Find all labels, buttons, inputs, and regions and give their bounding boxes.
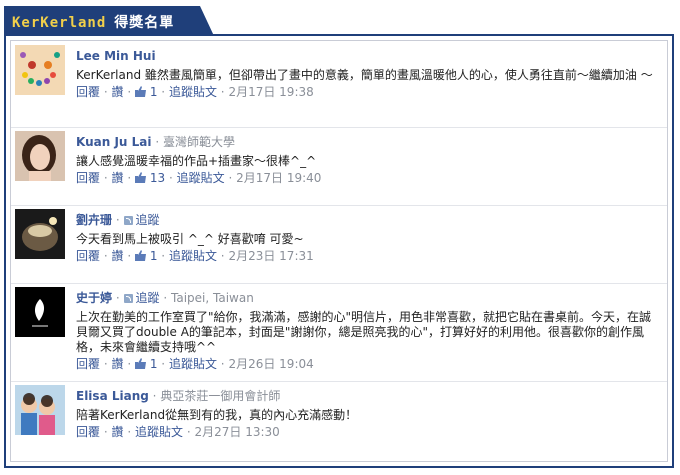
avatar[interactable] xyxy=(15,131,65,181)
like-link[interactable]: 讚 xyxy=(112,357,124,371)
panel-header-tab: KerKerland 得獎名單 xyxy=(4,6,214,36)
comment-body: Lee Min Hui KerKerland 雖然畫風簡單，但卻帶出了畫中的意義… xyxy=(76,49,661,100)
commenter-affiliation[interactable]: 典亞茶莊一御用會計師 xyxy=(160,389,280,403)
commenter-location[interactable]: Taipei, Taiwan xyxy=(171,291,254,305)
comment-item: Kuan Ju Lai · 臺灣師範大學 讓人感覺溫暖幸福的作品+插畫家～很棒^… xyxy=(11,127,667,206)
comment-item: 史于婷 · 追蹤 · Taipei, Taiwan 上次在勤美的工作室買了"給你… xyxy=(11,283,667,382)
reply-link[interactable]: 回覆 xyxy=(76,249,100,263)
reply-link[interactable]: 回覆 xyxy=(76,425,100,439)
commenter-name[interactable]: Lee Min Hui xyxy=(76,49,156,63)
follow-post-link[interactable]: 追蹤貼文 xyxy=(169,357,217,371)
thumbs-up-icon xyxy=(135,358,146,369)
comment-item: 劉卉珊 · 追蹤 今天看到馬上被吸引 ^_^ 好喜歡唷 可愛~ 回覆 · 讚 ·… xyxy=(11,205,667,284)
comment-body: 史于婷 · 追蹤 · Taipei, Taiwan 上次在勤美的工作室買了"給你… xyxy=(76,291,661,372)
follow-link[interactable]: 追蹤 xyxy=(136,213,160,227)
like-count[interactable]: 1 xyxy=(150,249,158,263)
commenter-name[interactable]: Kuan Ju Lai xyxy=(76,135,152,149)
commenter-name[interactable]: 劉卉珊 xyxy=(76,213,112,227)
like-link[interactable]: 讚 xyxy=(112,85,124,99)
like-count[interactable]: 1 xyxy=(150,85,158,99)
comment-body: Elisa Liang · 典亞茶莊一御用會計師 陪著KerKerland從無到… xyxy=(76,389,661,440)
avatar-logo-image xyxy=(15,287,65,337)
avatar-photo-image xyxy=(15,209,65,259)
thumbs-up-icon xyxy=(135,172,146,183)
like-link[interactable]: 讚 xyxy=(112,249,124,263)
reply-link[interactable]: 回覆 xyxy=(76,357,100,371)
like-count[interactable]: 1 xyxy=(150,357,158,371)
comment-time[interactable]: 2月17日 19:40 xyxy=(236,171,321,185)
comment-actions: 回覆 · 讚 · 13 · 追蹤貼文 · 2月17日 19:40 xyxy=(76,171,322,185)
comments-list: Lee Min Hui KerKerland 雖然畫風簡單，但卻帶出了畫中的意義… xyxy=(10,40,668,462)
comment-item: Lee Min Hui KerKerland 雖然畫風簡單，但卻帶出了畫中的意義… xyxy=(11,41,667,128)
comment-text: 上次在勤美的工作室買了"給你，我滿滿，感謝的心"明信片，用色非常喜歡，就把它貼在… xyxy=(76,310,652,354)
follow-post-link[interactable]: 追蹤貼文 xyxy=(169,85,217,99)
avatar-smiley-image xyxy=(15,45,65,95)
avatar[interactable] xyxy=(15,287,65,337)
like-link[interactable]: 讚 xyxy=(112,425,124,439)
like-link[interactable]: 讚 xyxy=(112,171,124,185)
commenter-name[interactable]: Elisa Liang xyxy=(76,389,149,403)
comment-text: KerKerland 雖然畫風簡單，但卻帶出了畫中的意義，簡單的畫風溫暖他人的心… xyxy=(76,68,653,82)
brand-name: KerKerland xyxy=(12,15,107,31)
thumbs-up-icon xyxy=(135,250,146,261)
avatar[interactable] xyxy=(15,45,65,95)
comment-body: Kuan Ju Lai · 臺灣師範大學 讓人感覺溫暖幸福的作品+插畫家～很棒^… xyxy=(76,135,661,186)
avatar[interactable] xyxy=(15,385,65,435)
follow-post-link[interactable]: 追蹤貼文 xyxy=(169,249,217,263)
comment-text: 陪著KerKerland從無到有的我，真的內心充滿感動！ xyxy=(76,408,358,422)
thumbs-up-icon xyxy=(135,86,146,97)
rss-icon xyxy=(123,216,133,225)
comment-item: Elisa Liang · 典亞茶莊一御用會計師 陪著KerKerland從無到… xyxy=(11,381,667,459)
follow-post-link[interactable]: 追蹤貼文 xyxy=(135,425,183,439)
commenter-name[interactable]: 史于婷 xyxy=(76,291,112,305)
comment-text: 讓人感覺溫暖幸福的作品+插畫家～很棒^_^ xyxy=(76,154,317,168)
comment-actions: 回覆 · 讚 · 1 · 追蹤貼文 · 2月17日 19:38 xyxy=(76,85,314,99)
follow-link[interactable]: 追蹤 xyxy=(136,291,160,305)
comment-body: 劉卉珊 · 追蹤 今天看到馬上被吸引 ^_^ 好喜歡唷 可愛~ 回覆 · 讚 ·… xyxy=(76,213,661,264)
comment-text: 今天看到馬上被吸引 ^_^ 好喜歡唷 可愛~ xyxy=(76,232,304,246)
comments-box: Lee Min Hui KerKerland 雖然畫風簡單，但卻帶出了畫中的意義… xyxy=(4,34,674,468)
awards-panel: KerKerland 得獎名單 Lee Min Hui KerKerland 雖… xyxy=(4,6,674,468)
follow-post-link[interactable]: 追蹤貼文 xyxy=(177,171,225,185)
avatar-portrait-image xyxy=(15,131,65,181)
avatar-family-image xyxy=(15,385,65,435)
commenter-affiliation[interactable]: 臺灣師範大學 xyxy=(163,135,235,149)
comment-time[interactable]: 2月17日 19:38 xyxy=(228,85,313,99)
rss-icon xyxy=(123,294,133,303)
comment-actions: 回覆 · 讚 · 1 · 追蹤貼文 · 2月23日 17:31 xyxy=(76,249,314,263)
comment-actions: 回覆 · 讚 · 1 · 追蹤貼文 · 2月26日 19:04 xyxy=(76,357,314,371)
comment-actions: 回覆 · 讚 · 追蹤貼文 · 2月27日 13:30 xyxy=(76,425,280,439)
panel-title-text: 得獎名單 xyxy=(114,15,175,31)
panel-title: KerKerland 得獎名單 xyxy=(12,12,174,32)
reply-link[interactable]: 回覆 xyxy=(76,85,100,99)
avatar[interactable] xyxy=(15,209,65,259)
reply-link[interactable]: 回覆 xyxy=(76,171,100,185)
like-count[interactable]: 13 xyxy=(150,171,165,185)
comment-time[interactable]: 2月23日 17:31 xyxy=(228,249,313,263)
comment-time[interactable]: 2月26日 19:04 xyxy=(228,357,313,371)
comment-time[interactable]: 2月27日 13:30 xyxy=(195,425,280,439)
